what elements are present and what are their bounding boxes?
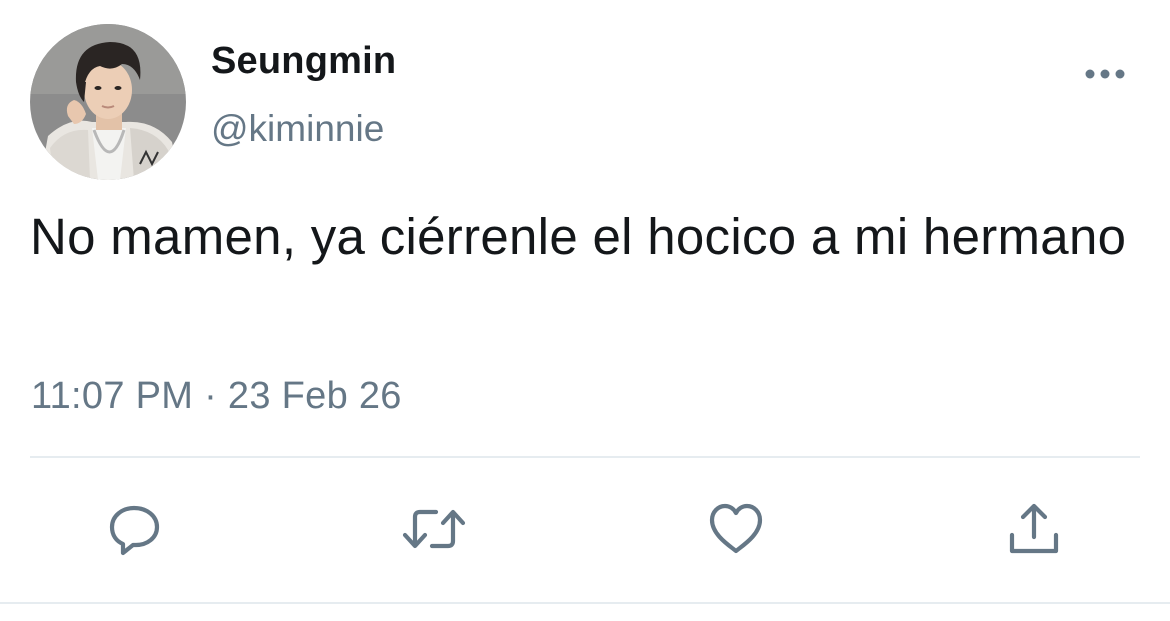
divider	[30, 456, 1140, 458]
avatar[interactable]	[30, 24, 186, 180]
more-options-button[interactable]	[1080, 56, 1130, 92]
like-button[interactable]	[704, 497, 768, 561]
more-dots-icon	[1085, 69, 1125, 79]
reply-button[interactable]	[103, 497, 167, 561]
divider	[0, 602, 1170, 604]
profile-photo-icon	[30, 24, 186, 180]
tweet-timestamp[interactable]: 11:07 PM · 23 Feb 26	[31, 372, 402, 420]
retweet-button[interactable]	[402, 497, 466, 561]
user-handle[interactable]: @kiminnie	[211, 106, 384, 152]
retweet-arrows-icon	[402, 509, 466, 549]
tweet-text: No mamen, ya ciérrenle el hocico a mi he…	[30, 208, 1127, 265]
display-name[interactable]: Seungmin	[211, 38, 396, 84]
share-button[interactable]	[1002, 497, 1066, 561]
heart-icon	[709, 503, 763, 554]
speech-bubble-icon	[109, 505, 160, 556]
upload-icon	[1009, 503, 1059, 554]
